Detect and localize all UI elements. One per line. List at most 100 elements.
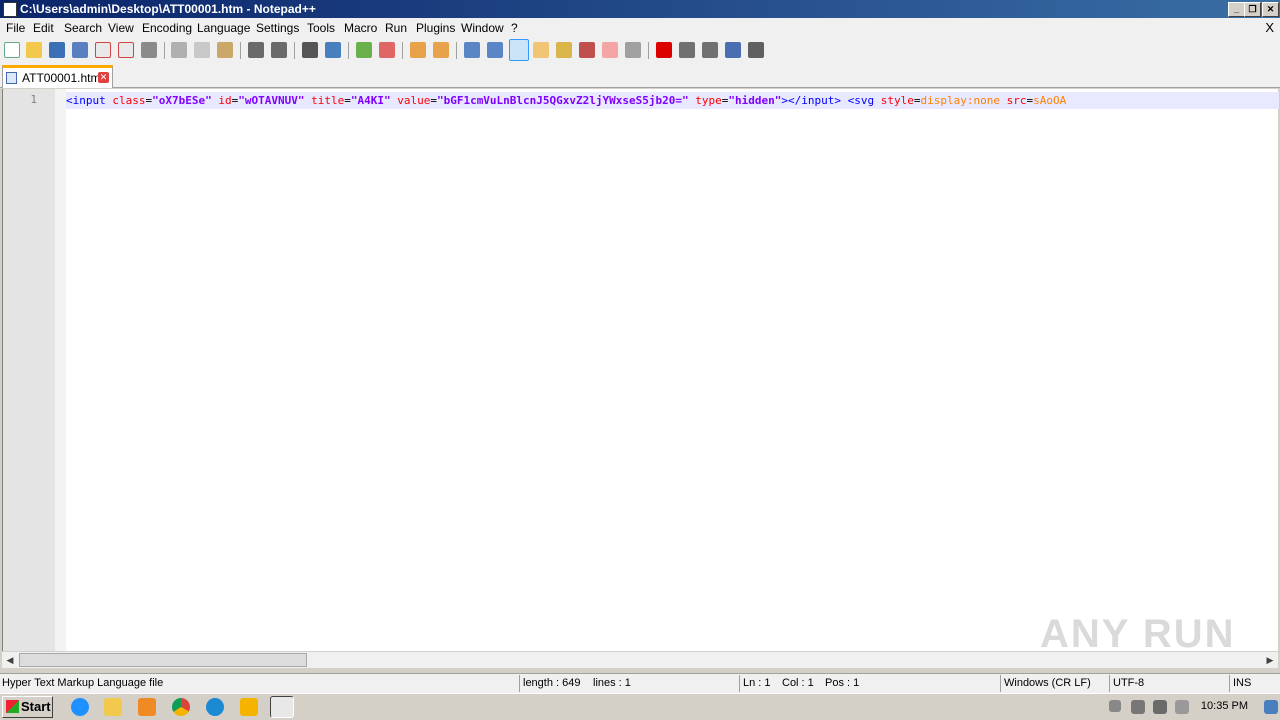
code-token: class xyxy=(112,94,146,107)
taskbar: Start 10:35 PM xyxy=(0,693,1280,720)
close-document-icon[interactable]: X xyxy=(1265,20,1274,35)
status-divider xyxy=(739,675,740,692)
internet-explorer-icon[interactable] xyxy=(71,698,89,716)
copy-icon[interactable] xyxy=(194,42,210,58)
menu-encoding[interactable]: Encoding xyxy=(142,21,192,35)
close-icon[interactable] xyxy=(95,42,111,58)
menu-tools[interactable]: Tools xyxy=(307,21,335,35)
menu-window[interactable]: Window xyxy=(461,21,504,35)
code-token: <input xyxy=(66,94,113,107)
macro-record-icon[interactable] xyxy=(656,42,672,58)
show-hidden-icons-icon[interactable] xyxy=(1109,700,1121,712)
close-button[interactable]: ✕ xyxy=(1262,2,1279,17)
tab-att00001[interactable]: ATT00001.htm ✕ xyxy=(2,65,113,88)
toolbar-separator xyxy=(294,42,295,59)
scroll-right-icon[interactable]: ▶ xyxy=(1262,652,1278,668)
sync-horizontal-icon[interactable] xyxy=(433,42,449,58)
code-token: ></input> xyxy=(781,94,841,107)
line-number: 1 xyxy=(30,93,37,106)
code-token: <svg xyxy=(847,94,881,107)
user-defined-language-icon[interactable] xyxy=(533,42,549,58)
restore-button[interactable]: ❐ xyxy=(1244,2,1261,17)
code-token: src xyxy=(999,94,1027,107)
indent-guide-icon[interactable] xyxy=(509,39,529,61)
function-list-icon[interactable] xyxy=(579,42,595,58)
menu-run[interactable]: Run xyxy=(385,21,407,35)
menu-search[interactable]: Search xyxy=(64,21,102,35)
save-icon[interactable] xyxy=(49,42,65,58)
macro-stop-icon[interactable] xyxy=(679,42,695,58)
document-map-icon[interactable] xyxy=(556,42,572,58)
menu-edit[interactable]: Edit xyxy=(33,21,54,35)
chrome-icon[interactable] xyxy=(172,698,190,716)
scroll-thumb[interactable] xyxy=(19,653,307,667)
start-button[interactable]: Start xyxy=(2,696,53,718)
macro-run-multiple-icon[interactable] xyxy=(725,42,741,58)
tab-bar: ATT00001.htm ✕ xyxy=(0,62,1280,88)
cut-icon[interactable] xyxy=(171,42,187,58)
minimize-button[interactable]: _ xyxy=(1228,2,1245,17)
code-line[interactable]: <input class = "oX7bESe" id = "wOTAVNUV" tit… xyxy=(66,92,1279,109)
notepad-plus-plus-taskbar-icon[interactable] xyxy=(270,696,294,718)
sync-vertical-icon[interactable] xyxy=(410,42,426,58)
edge-icon[interactable] xyxy=(206,698,224,716)
code-token: title xyxy=(304,94,345,107)
undo-icon[interactable] xyxy=(248,42,264,58)
menu-macro[interactable]: Macro xyxy=(344,21,377,35)
clock[interactable]: 10:35 PM xyxy=(1201,700,1248,712)
document-icon xyxy=(6,72,17,84)
word-wrap-icon[interactable] xyxy=(464,42,480,58)
outlook-icon[interactable] xyxy=(240,698,258,716)
window-title: C:\Users\admin\Desktop\ATT00001.htm - No… xyxy=(20,2,316,16)
toolbar-separator xyxy=(456,42,457,59)
code-token: "bGF1cmVuLnBlcnJ5QGxvZ2ljYWxseS5jb20=" xyxy=(436,94,689,107)
show-all-characters-icon[interactable] xyxy=(487,42,503,58)
file-explorer-icon[interactable] xyxy=(104,698,122,716)
menu-settings[interactable]: Settings xyxy=(256,21,299,35)
save-all-icon[interactable] xyxy=(72,42,88,58)
tab-label: ATT00001.htm xyxy=(22,71,101,85)
editor-area[interactable]: 1 <input class = "oX7bESe" id = "wOTAVNUV" t… xyxy=(2,89,1279,651)
status-bar: Hyper Text Markup Language file length :… xyxy=(0,673,1280,693)
horizontal-scrollbar[interactable]: ◀ ▶ xyxy=(2,651,1278,668)
status-length: length : 649 xyxy=(523,677,581,689)
paste-icon[interactable] xyxy=(217,42,233,58)
tab-close-icon[interactable]: ✕ xyxy=(98,72,109,83)
scroll-left-icon[interactable]: ◀ xyxy=(2,652,18,668)
toolbar-separator xyxy=(240,42,241,59)
replace-icon[interactable] xyxy=(325,42,341,58)
menu-view[interactable]: View xyxy=(108,21,134,35)
media-player-icon[interactable] xyxy=(138,698,156,716)
menu-file[interactable]: File xyxy=(6,21,25,35)
show-desktop-icon[interactable] xyxy=(1264,700,1278,714)
monitoring-eye-icon[interactable] xyxy=(625,42,641,58)
folder-as-workspace-icon[interactable] xyxy=(602,42,618,58)
menu-help[interactable]: ? xyxy=(511,21,518,35)
status-col: Col : 1 xyxy=(782,677,814,689)
print-icon[interactable] xyxy=(141,42,157,58)
start-label: Start xyxy=(21,699,51,714)
menu-language[interactable]: Language xyxy=(197,21,250,35)
new-file-icon[interactable] xyxy=(4,42,20,58)
open-file-icon[interactable] xyxy=(26,42,42,58)
menu-plugins[interactable]: Plugins xyxy=(416,21,455,35)
action-center-flag-icon[interactable] xyxy=(1175,700,1189,714)
macro-play-icon[interactable] xyxy=(702,42,718,58)
notepad-app-icon xyxy=(3,2,17,17)
close-all-icon[interactable] xyxy=(118,42,134,58)
code-token: = xyxy=(430,94,437,107)
status-divider xyxy=(1229,675,1230,692)
status-lines: lines : 1 xyxy=(593,677,631,689)
code-token: sAoOA xyxy=(1033,94,1067,107)
code-token: type xyxy=(688,94,722,107)
find-icon[interactable] xyxy=(302,42,318,58)
zoom-in-icon[interactable] xyxy=(356,42,372,58)
macro-save-icon[interactable] xyxy=(748,42,764,58)
network-icon[interactable] xyxy=(1153,700,1167,714)
volume-icon[interactable] xyxy=(1131,700,1145,714)
toolbar-separator xyxy=(402,42,403,59)
redo-icon[interactable] xyxy=(271,42,287,58)
zoom-out-icon[interactable] xyxy=(379,42,395,58)
status-divider xyxy=(1109,675,1110,692)
